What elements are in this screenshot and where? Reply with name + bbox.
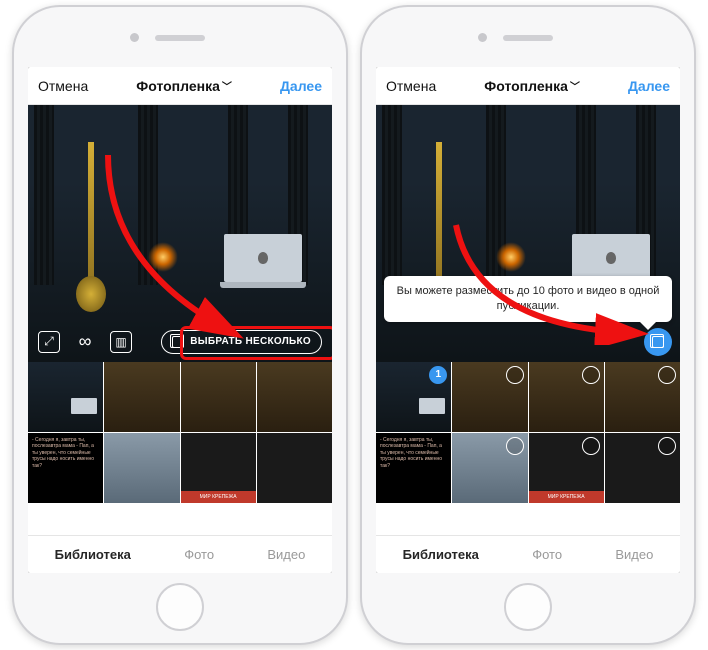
preview-decor (572, 234, 650, 282)
selection-badge: 1 (429, 366, 447, 384)
bottombar: Библиотека Фото Видео (376, 535, 680, 573)
grid-thumb[interactable] (605, 433, 680, 503)
topbar: Отмена Фотопленка ﹀ Далее (376, 67, 680, 105)
preview-decor (34, 105, 54, 285)
chevron-down-icon: ﹀ (570, 78, 580, 93)
selection-circle (658, 437, 676, 455)
grid-thumb[interactable] (28, 362, 103, 432)
grid-thumb[interactable] (529, 362, 604, 432)
preview-decor (382, 105, 402, 285)
tab-video[interactable]: Видео (267, 547, 305, 562)
screen-right: Отмена Фотопленка ﹀ Далее Вы можете разм… (376, 67, 680, 573)
selection-circle (506, 437, 524, 455)
select-multiple-button[interactable] (644, 328, 672, 356)
album-title: Фотопленка (136, 78, 220, 94)
photo-preview[interactable]: ⤢ ∞ ▥ ВЫБРАТЬ НЕСКОЛЬКО (28, 105, 332, 362)
phone-camera (478, 33, 487, 42)
cancel-button[interactable]: Отмена (386, 78, 436, 94)
screen-left: Отмена Фотопленка ﹀ Далее ⤢ ∞ ▥ ВЫБ (28, 67, 332, 573)
phone-speaker (503, 35, 553, 41)
tab-photo[interactable]: Фото (184, 547, 214, 562)
bottombar: Библиотека Фото Видео (28, 535, 332, 573)
grid-thumb[interactable] (104, 433, 179, 503)
selection-circle (506, 366, 524, 384)
photo-grid: - Сегодня я, завтра ты, послезавтра мама… (28, 362, 332, 535)
tab-library[interactable]: Библиотека (55, 547, 131, 562)
stack-icon (652, 336, 664, 348)
select-multiple-label: ВЫБРАТЬ НЕСКОЛЬКО (190, 336, 311, 347)
phone-left: Отмена Фотопленка ﹀ Далее ⤢ ∞ ▥ ВЫБ (12, 5, 348, 645)
phone-right: Отмена Фотопленка ﹀ Далее Вы можете разм… (360, 5, 696, 645)
grid-thumb[interactable] (104, 362, 179, 432)
expand-icon[interactable]: ⤢ (38, 331, 60, 353)
topbar: Отмена Фотопленка ﹀ Далее (28, 67, 332, 105)
photo-grid: 1 - Сегодня я, завтра ты, послезавтра ма… (376, 362, 680, 535)
tab-library[interactable]: Библиотека (403, 547, 479, 562)
selection-circle (582, 366, 600, 384)
grid-thumb[interactable] (605, 362, 680, 432)
album-title: Фотопленка (484, 78, 568, 94)
grid-thumb[interactable]: МИР КРЕПЕЖА (529, 433, 604, 503)
grid-thumb[interactable] (257, 362, 332, 432)
preview-decor (496, 242, 526, 272)
selection-circle (658, 366, 676, 384)
select-multiple-button[interactable]: ВЫБРАТЬ НЕСКОЛЬКО (161, 330, 322, 354)
grid-thumb[interactable]: МИР КРЕПЕЖА (181, 433, 256, 503)
grid-thumb[interactable] (452, 433, 527, 503)
album-picker[interactable]: Фотопленка ﹀ (136, 78, 232, 94)
grid-thumb[interactable] (257, 433, 332, 503)
grid-thumb[interactable] (452, 362, 527, 432)
selection-circle (582, 437, 600, 455)
phone-speaker (155, 35, 205, 41)
grid-thumb[interactable]: - Сегодня я, завтра ты, послезавтра мама… (376, 433, 451, 503)
chevron-down-icon: ﹀ (222, 78, 232, 93)
thumb-banner: МИР КРЕПЕЖА (529, 491, 604, 503)
tab-video[interactable]: Видео (615, 547, 653, 562)
preview-decor (148, 242, 178, 272)
preview-decor (76, 276, 106, 312)
photo-preview[interactable]: Вы можете разместить до 10 фото и видео … (376, 105, 680, 362)
album-picker[interactable]: Фотопленка ﹀ (484, 78, 580, 94)
next-button[interactable]: Далее (628, 78, 670, 94)
boomerang-icon[interactable]: ∞ (74, 331, 96, 353)
layout-icon[interactable]: ▥ (110, 331, 132, 353)
cancel-button[interactable]: Отмена (38, 78, 88, 94)
preview-controls: ⤢ ∞ ▥ ВЫБРАТЬ НЕСКОЛЬКО (28, 322, 332, 362)
home-button[interactable] (504, 583, 552, 631)
grid-thumb[interactable]: 1 (376, 362, 451, 432)
grid-thumb[interactable]: - Сегодня я, завтра ты, послезавтра мама… (28, 433, 103, 503)
preview-decor (224, 234, 302, 282)
tab-photo[interactable]: Фото (532, 547, 562, 562)
multi-select-tooltip: Вы можете разместить до 10 фото и видео … (384, 276, 672, 322)
grid-thumb[interactable] (181, 362, 256, 432)
thumb-banner: МИР КРЕПЕЖА (181, 491, 256, 503)
phone-camera (130, 33, 139, 42)
stack-icon (172, 336, 184, 348)
next-button[interactable]: Далее (280, 78, 322, 94)
home-button[interactable] (156, 583, 204, 631)
